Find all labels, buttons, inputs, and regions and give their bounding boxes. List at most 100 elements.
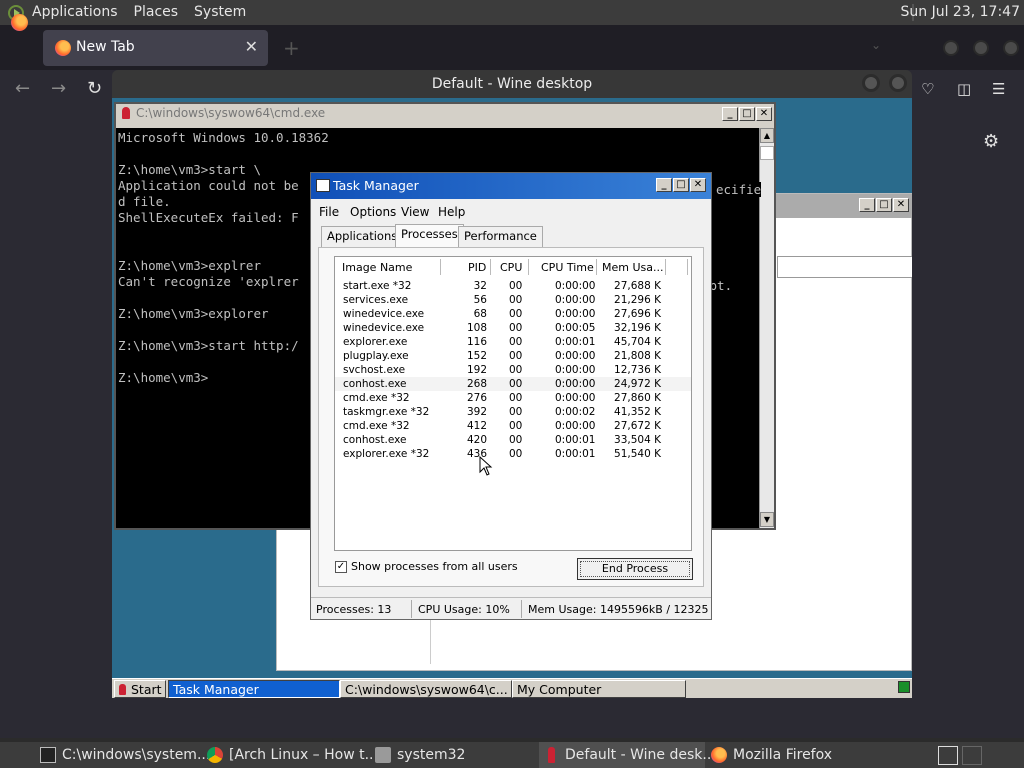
col-mem-usage[interactable]: Mem Usa... bbox=[602, 261, 663, 274]
address-bar[interactable]: ▼ bbox=[777, 256, 912, 278]
show-all-users-checkbox[interactable]: ✓ bbox=[335, 561, 347, 573]
wine-desktop-titlebar[interactable]: Default - Wine desktop bbox=[112, 70, 912, 98]
table-row[interactable]: cmd.exe *32 412 00 0:00:00 27,672 K bbox=[335, 419, 691, 433]
workspace-2[interactable] bbox=[962, 746, 982, 765]
table-row[interactable]: plugplay.exe 152 00 0:00:00 21,808 K bbox=[335, 349, 691, 363]
window-list-label: Default - Wine desk... bbox=[565, 747, 716, 763]
menu-help[interactable]: Help bbox=[438, 205, 465, 219]
minimize-button[interactable]: _ bbox=[722, 107, 738, 121]
close-button[interactable]: ✕ bbox=[690, 178, 706, 192]
column-divider[interactable] bbox=[440, 259, 441, 275]
col-cpu[interactable]: CPU bbox=[500, 261, 522, 274]
process-cpu-time: 0:00:01 bbox=[555, 434, 596, 446]
pocket-icon[interactable]: ♡ bbox=[921, 80, 934, 98]
places-menu[interactable]: Places bbox=[126, 0, 187, 25]
table-row[interactable]: winedevice.exe 108 00 0:00:05 32,196 K bbox=[335, 321, 691, 335]
window-list-firefox[interactable]: Mozilla Firefox bbox=[707, 742, 873, 768]
table-row[interactable]: cmd.exe *32 276 00 0:00:00 27,860 K bbox=[335, 391, 691, 405]
wine-maximize-icon[interactable] bbox=[889, 74, 907, 92]
back-arrow-icon[interactable]: ← bbox=[15, 78, 30, 99]
process-cpu: 00 bbox=[509, 336, 523, 348]
task-manager-titlebar[interactable]: Task Manager bbox=[311, 173, 711, 199]
menu-view[interactable]: View bbox=[401, 205, 429, 219]
column-divider[interactable] bbox=[490, 259, 491, 275]
taskbar-item-cmd[interactable]: C:\windows\syswow64\c... bbox=[340, 680, 512, 698]
column-divider[interactable] bbox=[665, 259, 666, 275]
firefox-icon[interactable] bbox=[11, 14, 28, 31]
minimize-button[interactable]: _ bbox=[859, 198, 875, 212]
process-mem: 12,736 K bbox=[614, 364, 661, 376]
tray-icon[interactable] bbox=[898, 681, 910, 693]
table-row[interactable]: conhost.exe 268 00 0:00:00 24,972 K bbox=[335, 377, 691, 391]
maximize-button[interactable]: □ bbox=[673, 178, 689, 192]
table-row[interactable]: taskmgr.exe *32 392 00 0:00:02 41,352 K bbox=[335, 405, 691, 419]
show-desktop-button[interactable] bbox=[0, 742, 8, 768]
table-row[interactable]: explorer.exe 116 00 0:00:01 45,704 K bbox=[335, 335, 691, 349]
window-list-cmd[interactable]: C:\windows\system... bbox=[36, 742, 210, 768]
hamburger-menu-icon[interactable]: ☰ bbox=[992, 80, 1005, 98]
close-button[interactable]: ✕ bbox=[893, 198, 909, 212]
close-tab-icon[interactable]: ✕ bbox=[245, 37, 258, 56]
taskbar-item-my-computer[interactable]: My Computer bbox=[512, 680, 686, 698]
cmd-titlebar[interactable]: C:\windows\syswow64\cmd.exe bbox=[116, 104, 774, 122]
tab-applications[interactable]: Applications bbox=[321, 226, 404, 247]
taskbar-item-task-manager[interactable]: Task Manager bbox=[168, 680, 340, 698]
tab-label: New Tab bbox=[76, 39, 135, 55]
system-menu[interactable]: System bbox=[186, 0, 254, 25]
minimize-button[interactable]: _ bbox=[656, 178, 672, 192]
table-row[interactable]: svchost.exe 192 00 0:00:00 12,736 K bbox=[335, 363, 691, 377]
panel-clock[interactable]: Sun Jul 23, 17:47 bbox=[901, 0, 1021, 25]
process-cpu-time: 0:00:00 bbox=[555, 420, 596, 432]
maximize-button[interactable]: □ bbox=[739, 107, 755, 121]
table-row[interactable]: start.exe *32 32 00 0:00:00 27,688 K bbox=[335, 279, 691, 293]
col-image-name[interactable]: Image Name bbox=[342, 261, 412, 274]
table-row[interactable]: services.exe 56 00 0:00:00 21,296 K bbox=[335, 293, 691, 307]
col-cpu-time[interactable]: CPU Time bbox=[541, 261, 594, 274]
reload-icon[interactable]: ↻ bbox=[87, 78, 102, 99]
col-pid[interactable]: PID bbox=[468, 261, 486, 274]
workspace-1[interactable] bbox=[938, 746, 958, 765]
forward-arrow-icon[interactable]: → bbox=[51, 78, 66, 99]
process-name: conhost.exe bbox=[343, 378, 407, 390]
column-divider[interactable] bbox=[596, 259, 597, 275]
maximize-button[interactable]: □ bbox=[876, 198, 892, 212]
wine-minimize-icon[interactable] bbox=[862, 74, 880, 92]
menu-options[interactable]: Options bbox=[350, 205, 396, 219]
tab-processes[interactable]: Processes bbox=[395, 224, 464, 248]
scroll-up-icon[interactable]: ▲ bbox=[760, 128, 774, 143]
table-row[interactable]: explorer.exe *32 436 00 0:00:01 51,540 K bbox=[335, 447, 691, 461]
window-list-system32[interactable]: system32 bbox=[371, 742, 537, 768]
settings-gear-icon[interactable]: ⚙ bbox=[983, 131, 999, 152]
extensions-puzzle-icon[interactable]: ◫ bbox=[957, 80, 971, 98]
menu-file[interactable]: File bbox=[319, 205, 339, 219]
close-window-icon[interactable] bbox=[1003, 40, 1019, 56]
console-line: Microsoft Windows 10.0.18362 bbox=[118, 130, 329, 145]
process-mem: 32,196 K bbox=[614, 322, 661, 334]
list-tabs-chevron-icon[interactable]: ⌄ bbox=[871, 38, 881, 52]
minimize-window-icon[interactable] bbox=[943, 40, 959, 56]
process-list[interactable]: Image Name PID CPU CPU Time Mem Usa... s… bbox=[334, 256, 692, 551]
status-bar: Processes: 13 CPU Usage: 10% Mem Usage: … bbox=[311, 597, 711, 619]
process-cpu: 00 bbox=[509, 406, 523, 418]
end-process-button[interactable]: End Process bbox=[577, 558, 693, 580]
process-cpu: 00 bbox=[509, 392, 523, 404]
scroll-down-icon[interactable]: ▼ bbox=[760, 512, 774, 527]
start-button[interactable]: Start bbox=[114, 680, 166, 698]
column-divider[interactable] bbox=[528, 259, 529, 275]
scroll-thumb[interactable] bbox=[760, 146, 774, 160]
process-pid: 56 bbox=[473, 294, 487, 306]
new-tab-plus-icon[interactable]: + bbox=[283, 36, 300, 60]
tab-new-tab[interactable]: New Tab ✕ bbox=[43, 30, 268, 66]
column-divider[interactable] bbox=[687, 259, 688, 275]
window-list-wine-desktop[interactable]: Default - Wine desk... bbox=[539, 742, 716, 768]
table-row[interactable]: winedevice.exe 68 00 0:00:00 27,696 K bbox=[335, 307, 691, 321]
process-pid: 32 bbox=[473, 280, 487, 292]
close-button[interactable]: ✕ bbox=[756, 107, 772, 121]
tab-performance[interactable]: Performance bbox=[458, 226, 543, 247]
console-scrollbar[interactable]: ▲ ▼ bbox=[759, 128, 774, 528]
folder-icon bbox=[375, 747, 391, 763]
table-row[interactable]: conhost.exe 420 00 0:00:01 33,504 K bbox=[335, 433, 691, 447]
applications-menu[interactable]: Applications bbox=[24, 0, 126, 25]
window-list-browser[interactable]: [Arch Linux – How t... bbox=[203, 742, 378, 768]
maximize-window-icon[interactable] bbox=[973, 40, 989, 56]
